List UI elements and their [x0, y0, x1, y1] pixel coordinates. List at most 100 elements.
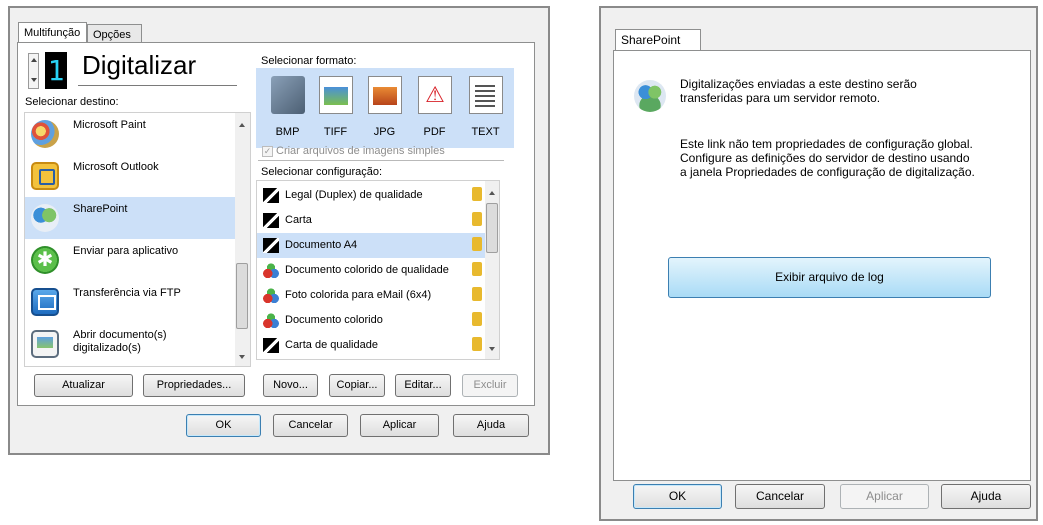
pdf-icon: ⚠ — [418, 76, 452, 114]
delete-button: Excluir — [462, 374, 518, 397]
destination-item[interactable]: Microsoft Paint — [25, 113, 235, 155]
destination-scrollbar[interactable] — [235, 113, 250, 366]
config-item[interactable]: Carta de qualidade — [257, 333, 485, 358]
destination-label: Transferência via FTP — [73, 287, 181, 299]
destination-spinner[interactable] — [28, 53, 39, 89]
scroll-thumb[interactable] — [236, 263, 248, 329]
select-config-label: Selecionar configuração: — [261, 166, 383, 178]
properties-button[interactable]: Propriedades... — [143, 374, 245, 397]
scroll-down-icon[interactable] — [239, 355, 245, 359]
info-line-2: Configure as definições do servidor de d… — [680, 151, 970, 165]
destination-item[interactable]: Transferência via FTP — [25, 281, 235, 323]
apply-button[interactable]: Aplicar — [360, 414, 439, 437]
config-label: Foto colorida para eMail (6x4) — [285, 289, 432, 301]
apply-button: Aplicar — [840, 484, 929, 509]
config-scrollbar[interactable] — [485, 181, 499, 359]
tab-sharepoint[interactable]: SharePoint — [615, 29, 701, 51]
format-pdf[interactable]: ⚠ PDF — [409, 68, 460, 148]
destination-item-selected[interactable]: SharePoint — [25, 197, 235, 239]
format-label: BMP — [275, 126, 300, 138]
single-image-checkbox[interactable]: ✓ — [262, 146, 273, 157]
tab-opcoes[interactable]: Opções — [87, 24, 142, 43]
bw-scan-icon — [263, 238, 279, 253]
help-button[interactable]: Ajuda — [941, 484, 1031, 509]
config-item[interactable]: Carta — [257, 208, 485, 233]
edit-button[interactable]: Editar... — [395, 374, 451, 397]
bmp-icon — [271, 76, 305, 114]
format-label: JPG — [373, 126, 396, 138]
info-line-3: a janela Propriedades de configuração de… — [680, 165, 975, 179]
sharepoint-icon — [634, 80, 666, 112]
destination-label: Microsoft Paint — [73, 119, 146, 131]
format-divider — [258, 160, 504, 161]
ok-button[interactable]: OK — [186, 414, 261, 437]
config-item[interactable]: Foto colorida para eMail (6x4) — [257, 283, 485, 308]
destination-item[interactable]: Abrir documento(s) digitalizado(s) — [25, 323, 235, 365]
update-button[interactable]: Atualizar — [34, 374, 133, 397]
destination-item[interactable]: ✱ Enviar para aplicativo — [25, 239, 235, 281]
scroll-down-icon[interactable] — [489, 347, 495, 351]
destination-label: Microsoft Outlook — [73, 161, 159, 173]
config-label: Carta de qualidade — [285, 339, 378, 351]
scroll-up-icon[interactable] — [239, 123, 245, 127]
format-label: TIFF — [323, 126, 348, 138]
ok-button[interactable]: OK — [633, 484, 722, 509]
spin-down-icon[interactable] — [31, 78, 37, 82]
format-bmp[interactable]: BMP — [262, 68, 313, 148]
lock-icon — [472, 237, 482, 251]
color-scan-icon — [263, 263, 279, 278]
destination-label: SharePoint — [73, 203, 128, 215]
paint-icon — [31, 120, 59, 148]
lock-icon — [472, 212, 482, 226]
lock-icon — [472, 262, 482, 276]
destination-list[interactable]: Microsoft Paint Microsoft Outlook ShareP… — [24, 112, 251, 367]
send-app-icon: ✱ — [31, 246, 59, 274]
text-icon — [469, 76, 503, 114]
format-label: PDF — [423, 126, 446, 138]
ftp-icon — [31, 288, 59, 316]
scroll-up-icon[interactable] — [489, 191, 495, 195]
destination-label: Abrir documento(s) digitalizado(s) — [73, 329, 167, 354]
config-item[interactable]: Documento colorido de qualidade — [257, 258, 485, 283]
description-line-1: Digitalizações enviadas a este destino s… — [680, 77, 917, 91]
spin-up-icon[interactable] — [31, 58, 37, 62]
configuration-list[interactable]: Legal (Duplex) de qualidade Carta Docume… — [256, 180, 500, 360]
outlook-icon — [31, 162, 59, 190]
config-label: Carta — [285, 214, 312, 226]
open-document-icon — [31, 330, 59, 358]
format-tiff[interactable]: TIFF — [310, 68, 361, 148]
bw-scan-icon — [263, 338, 279, 353]
select-format-label: Selecionar formato: — [261, 55, 357, 67]
color-scan-icon — [263, 288, 279, 303]
cancel-button[interactable]: Cancelar — [273, 414, 348, 437]
view-log-file-button[interactable]: Exibir arquivo de log — [668, 257, 991, 298]
copy-button[interactable]: Copiar... — [329, 374, 385, 397]
destination-item[interactable]: Microsoft Outlook — [25, 155, 235, 197]
format-text[interactable]: TEXT — [460, 68, 511, 148]
sharepoint-icon — [31, 204, 59, 232]
lock-icon — [472, 312, 482, 326]
config-label: Legal (Duplex) de qualidade — [285, 189, 423, 201]
select-destination-label: Selecionar destino: — [25, 96, 119, 108]
title-underline — [78, 85, 237, 86]
config-label: Documento colorido de qualidade — [285, 264, 449, 276]
tiff-icon — [319, 76, 353, 114]
help-button[interactable]: Ajuda — [453, 414, 529, 437]
format-label: TEXT — [471, 126, 500, 138]
format-jpg[interactable]: JPG — [359, 68, 410, 148]
bw-scan-icon — [263, 188, 279, 203]
destination-label: Enviar para aplicativo — [73, 245, 179, 257]
scan-title: Digitalizar — [82, 50, 197, 80]
config-item[interactable]: Legal (Duplex) de qualidade — [257, 183, 485, 208]
lock-icon — [472, 337, 482, 351]
tab-multifuncao[interactable]: Multifunção — [18, 22, 87, 44]
description-line-2: transferidas para um servidor remoto. — [680, 91, 881, 105]
config-item-selected[interactable]: Documento A4 — [257, 233, 485, 258]
config-item[interactable]: Documento colorido — [257, 308, 485, 333]
new-button[interactable]: Novo... — [263, 374, 318, 397]
lock-icon — [472, 287, 482, 301]
cancel-button[interactable]: Cancelar — [735, 484, 825, 509]
button-number-display: 1 — [45, 52, 67, 89]
lock-icon — [472, 187, 482, 201]
scroll-thumb[interactable] — [486, 203, 498, 253]
